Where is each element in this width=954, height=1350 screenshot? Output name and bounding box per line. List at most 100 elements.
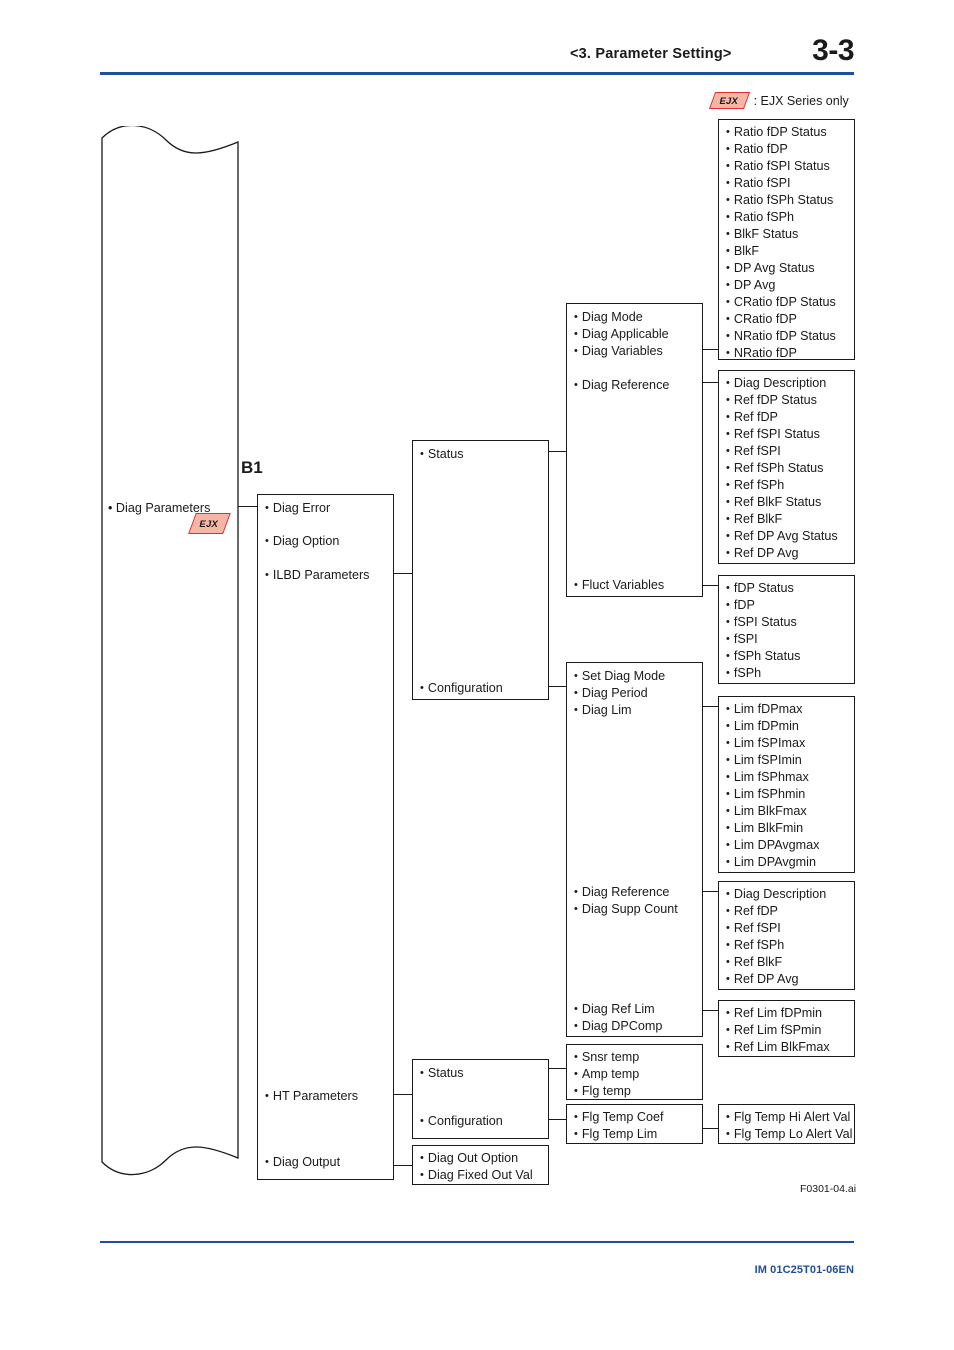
ref-status-item-3: Ref fSPI Status (726, 427, 820, 442)
flg-temp-item-coef: Flg Temp Coef (574, 1110, 664, 1125)
fluct-item-0: fDP Status (726, 581, 794, 596)
ratio-item-6: BlkF Status (726, 227, 798, 242)
lim-item-6: Lim BlkFmax (726, 804, 807, 819)
diag-status-item-diag-reference: Diag Reference (574, 378, 670, 393)
level1-item-diag-output: Diag Output (265, 1155, 340, 1170)
ratio-item-11: CRatio fDP (726, 312, 797, 327)
connector-diag-supp-count-stub (703, 891, 718, 893)
ref-status-item-6: Ref fSPh (726, 478, 784, 493)
diag-out-item-fixed-out-val: Diag Fixed Out Val (420, 1168, 533, 1183)
diag-config-item-diag-supp-count: Diag Supp Count (574, 902, 678, 917)
connector-root-to-level1 (238, 506, 258, 508)
ref-lim-item-1: Ref Lim fSPmin (726, 1023, 821, 1038)
fluct-item-5: fSPh (726, 666, 761, 681)
connector-diag-ref-lim-stub (703, 1010, 718, 1012)
connector-ht-config-stub (549, 1119, 566, 1121)
connector-flg-temp-lim-stub (703, 1128, 718, 1130)
lim-item-3: Lim fSPImin (726, 753, 802, 768)
ht-status-config-box: Status Configuration (412, 1059, 549, 1139)
connector-ilbd-status-stub (549, 451, 566, 453)
temp-item-snsr-temp: Snsr temp (574, 1050, 639, 1065)
ref-lim-box: Ref Lim fDPmin Ref Lim fSPmin Ref Lim Bl… (718, 1000, 855, 1057)
diag-config-item-diag-dpcomp: Diag DPComp (574, 1019, 663, 1034)
ratio-item-13: NRatio fDP (726, 346, 797, 361)
ref-item-2: Ref fSPI (726, 921, 781, 936)
lim-item-1: Lim fDPmin (726, 719, 799, 734)
ilbd-item-configuration: Configuration (420, 681, 503, 696)
ratio-item-9: DP Avg (726, 278, 776, 293)
ratio-item-10: CRatio fDP Status (726, 295, 836, 310)
ratio-item-0: Ratio fDP Status (726, 125, 827, 140)
ref-status-item-5: Ref fSPh Status (726, 461, 824, 476)
ref-lim-item-0: Ref Lim fDPmin (726, 1006, 822, 1021)
diag-status-box: Diag Mode Diag Applicable Diag Variables… (566, 303, 703, 597)
level1-box: Diag Error Diag Option ILBD Parameters H… (257, 494, 394, 1180)
figure-code: F0301-04.ai (800, 1183, 857, 1195)
ht-item-status: Status (420, 1066, 464, 1081)
lim-item-9: Lim DPAvgmin (726, 855, 816, 870)
connector-diag-variables-stub (703, 349, 718, 351)
diag-status-item-diag-mode: Diag Mode (574, 310, 643, 325)
ratio-item-8: DP Avg Status (726, 261, 815, 276)
diag-config-item-set-diag-mode: Set Diag Mode (574, 669, 665, 684)
ref-item-5: Ref DP Avg (726, 972, 799, 987)
diag-status-item-diag-applicable: Diag Applicable (574, 327, 669, 342)
ref-item-0: Diag Description (726, 887, 826, 902)
fluct-item-2: fSPI Status (726, 615, 797, 630)
connector-ilbd-stub (394, 573, 412, 575)
ref-status-item-8: Ref BlkF (726, 512, 782, 527)
parameter-tree-diagram: • Diag Parameters EJX B1 Diag Error Diag… (0, 0, 954, 1250)
ratio-item-1: Ratio fDP (726, 142, 788, 157)
temp-item-flg-temp: Flg temp (574, 1084, 631, 1099)
ilbd-status-config-box: Status Configuration (412, 440, 549, 700)
connector-ht-status-stub (549, 1068, 566, 1070)
diag-config-item-diag-ref-lim: Diag Ref Lim (574, 1002, 655, 1017)
ref-status-item-10: Ref DP Avg (726, 546, 799, 561)
fluct-item-4: fSPh Status (726, 649, 801, 664)
ht-item-configuration: Configuration (420, 1114, 503, 1129)
ref-status-item-7: Ref BlkF Status (726, 495, 822, 510)
ref-status-box: Diag Description Ref fDP Status Ref fDP … (718, 370, 855, 564)
ref-lim-item-2: Ref Lim BlkFmax (726, 1040, 830, 1055)
diag-out-box: Diag Out Option Diag Fixed Out Val (412, 1145, 549, 1185)
connector-ilbd-config-stub (549, 686, 566, 688)
flg-alert-box: Flg Temp Hi Alert Val Flg Temp Lo Alert … (718, 1104, 855, 1144)
ref-status-item-9: Ref DP Avg Status (726, 529, 838, 544)
ref-box: Diag Description Ref fDP Ref fSPI Ref fS… (718, 881, 855, 990)
flg-alert-item-lo: Flg Temp Lo Alert Val (726, 1127, 853, 1142)
ref-item-1: Ref fDP (726, 904, 778, 919)
root-torn-page-container (100, 126, 240, 1181)
ratio-item-2: Ratio fSPI Status (726, 159, 830, 174)
lim-box: Lim fDPmax Lim fDPmin Lim fSPImax Lim fS… (718, 696, 855, 873)
ref-status-item-4: Ref fSPI (726, 444, 781, 459)
torn-page-outline-icon (101, 126, 239, 1176)
root-ejx-badge-label: EJX (199, 519, 218, 530)
lim-item-7: Lim BlkFmin (726, 821, 803, 836)
diag-out-item-option: Diag Out Option (420, 1151, 518, 1166)
temp-item-amp-temp: Amp temp (574, 1067, 639, 1082)
connector-ht-stub (394, 1094, 412, 1096)
connector-diag-output-stub (394, 1165, 412, 1167)
flg-temp-item-lim: Flg Temp Lim (574, 1127, 657, 1142)
fluct-item-1: fDP (726, 598, 755, 613)
diag-config-item-diag-period: Diag Period (574, 686, 648, 701)
diag-config-box: Set Diag Mode Diag Period Diag Lim Diag … (566, 662, 703, 1037)
flg-temp-box: Flg Temp Coef Flg Temp Lim (566, 1104, 703, 1144)
diag-status-item-diag-variables: Diag Variables (574, 344, 663, 359)
ilbd-item-status: Status (420, 447, 464, 462)
diag-status-item-fluct-variables: Fluct Variables (574, 578, 664, 593)
ref-status-item-2: Ref fDP (726, 410, 778, 425)
temp-box: Snsr temp Amp temp Flg temp (566, 1044, 703, 1100)
ratio-box: Ratio fDP Status Ratio fDP Ratio fSPI St… (718, 119, 855, 360)
group-tag-b1: B1 (241, 458, 263, 477)
ref-item-3: Ref fSPh (726, 938, 784, 953)
connector-diag-lim-stub (703, 706, 718, 708)
connector-diag-reference-stub (703, 382, 718, 384)
level1-item-ilbd-parameters: ILBD Parameters (265, 568, 370, 583)
lim-item-8: Lim DPAvgmax (726, 838, 820, 853)
lim-item-4: Lim fSPhmax (726, 770, 809, 785)
footer-divider (100, 1241, 854, 1243)
ratio-item-5: Ratio fSPh (726, 210, 794, 225)
connector-fluct-variables-stub (703, 585, 718, 587)
ref-status-item-0: Diag Description (726, 376, 826, 391)
